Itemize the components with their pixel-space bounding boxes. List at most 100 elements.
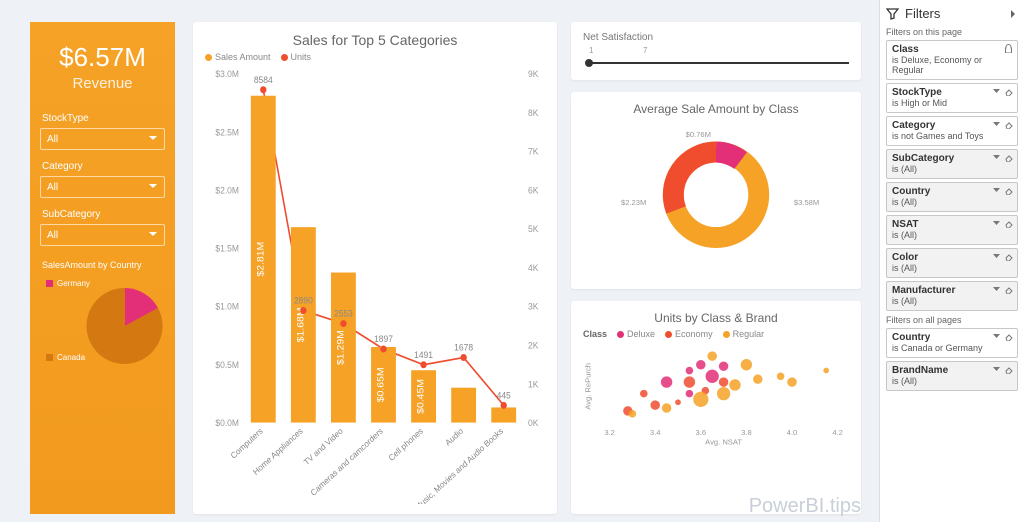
- bar-chart-card: Sales for Top 5 Categories Sales Amount …: [193, 22, 557, 514]
- svg-text:1K: 1K: [528, 379, 538, 389]
- filter-value: is (All): [892, 263, 1012, 273]
- svg-text:8584: 8584: [254, 74, 273, 84]
- sidebar-pie-chart: Germany Canada: [40, 274, 165, 379]
- svg-text:Cameras and camcorders: Cameras and camcorders: [308, 425, 384, 497]
- svg-text:$0.65M: $0.65M: [376, 367, 386, 402]
- nsat-title: Net Satisfaction: [583, 32, 849, 43]
- eraser-icon: [1004, 365, 1013, 374]
- svg-text:$0.45M: $0.45M: [416, 379, 426, 414]
- scatter-title: Units by Class & Brand: [583, 311, 849, 325]
- svg-text:Avg. RePurch: Avg. RePurch: [584, 363, 593, 410]
- filters-title: Filters: [905, 6, 940, 21]
- svg-text:$1.5M: $1.5M: [215, 243, 239, 253]
- filter-value: is (All): [892, 164, 1012, 174]
- watermark: PowerBI.tips: [749, 495, 861, 518]
- scatter-card: Units by Class & Brand Class Deluxe Econ…: [571, 301, 861, 514]
- filter-card-class[interactable]: Classis Deluxe, Economy or Regular: [886, 40, 1018, 80]
- donut-chart[interactable]: $0.76M $2.23M $3.58M: [583, 120, 849, 260]
- svg-text:3.2: 3.2: [604, 428, 615, 437]
- chevron-down-icon: [992, 252, 1001, 261]
- chevron-down-icon: [992, 332, 1001, 341]
- svg-text:1678: 1678: [454, 342, 473, 352]
- eraser-icon: [1004, 120, 1013, 129]
- revenue-value: $6.57M: [40, 42, 165, 73]
- donut-card: Average Sale Amount by Class $0.76M $2.2…: [571, 92, 861, 289]
- eraser-icon: [1004, 186, 1013, 195]
- svg-text:1491: 1491: [414, 349, 433, 359]
- filter-card-country[interactable]: Countryis Canada or Germany: [886, 328, 1018, 358]
- category-value: All: [47, 182, 58, 193]
- filter-value: is (All): [892, 197, 1012, 207]
- filters-section-page: Filters on this page: [886, 27, 1018, 37]
- svg-text:3K: 3K: [528, 301, 538, 311]
- filter-value: is High or Mid: [892, 98, 1012, 108]
- svg-text:$0.5M: $0.5M: [215, 360, 239, 370]
- svg-text:$1.0M: $1.0M: [215, 301, 239, 311]
- filter-card-country[interactable]: Countryis (All): [886, 182, 1018, 212]
- nsat-slider[interactable]: 1 7: [583, 43, 849, 71]
- legend-canada: Canada: [57, 353, 86, 362]
- chevron-down-icon: [992, 219, 1001, 228]
- filter-value: is Deluxe, Economy or Regular: [892, 55, 1012, 75]
- chevron-down-icon: [992, 285, 1001, 294]
- category-label: Category: [42, 161, 163, 172]
- category-select[interactable]: All: [40, 176, 165, 198]
- svg-text:1: 1: [589, 46, 594, 55]
- nsat-card: Net Satisfaction 1 7: [571, 22, 861, 80]
- svg-text:3.8: 3.8: [741, 428, 752, 437]
- subcategory-label: SubCategory: [42, 209, 163, 220]
- filter-card-brandname[interactable]: BrandNameis (All): [886, 361, 1018, 391]
- svg-text:2890: 2890: [294, 295, 313, 305]
- eraser-icon: [1004, 153, 1013, 162]
- stocktype-value: All: [47, 134, 58, 145]
- svg-text:$2.0M: $2.0M: [215, 185, 239, 195]
- chevron-down-icon: [148, 182, 158, 192]
- filter-card-category[interactable]: Categoryis not Games and Toys: [886, 116, 1018, 146]
- eraser-icon: [1004, 332, 1013, 341]
- chevron-right-icon[interactable]: [1008, 9, 1018, 19]
- svg-text:3.4: 3.4: [650, 428, 661, 437]
- filter-value: is (All): [892, 230, 1012, 240]
- filter-card-manufacturer[interactable]: Manufactureris (All): [886, 281, 1018, 311]
- stocktype-select[interactable]: All: [40, 128, 165, 150]
- svg-text:5K: 5K: [528, 224, 538, 234]
- chevron-down-icon: [992, 87, 1001, 96]
- scatter-legend: Class Deluxe Economy Regular: [583, 329, 849, 339]
- bar-chart[interactable]: $0.0M $0.5M $1.0M $1.5M $2.0M $2.5M $3.0M 0K 1K 2…: [205, 62, 545, 504]
- svg-text:2K: 2K: [528, 340, 538, 350]
- svg-text:2553: 2553: [334, 308, 353, 318]
- scatter-chart[interactable]: 3.23.43.63.84.04.2Avg. NSATAvg. RePurch: [583, 339, 849, 449]
- svg-text:4.2: 4.2: [832, 428, 843, 437]
- legend-germany: Germany: [57, 279, 90, 288]
- svg-text:$0.0M: $0.0M: [215, 418, 239, 428]
- filter-card-subcategory[interactable]: SubCategoryis (All): [886, 149, 1018, 179]
- bar-chart-title: Sales for Top 5 Categories: [205, 32, 545, 48]
- chevron-down-icon: [992, 186, 1001, 195]
- filter-card-color[interactable]: Coloris (All): [886, 248, 1018, 278]
- svg-text:$0.76M: $0.76M: [686, 130, 711, 139]
- kpi-sidebar: $6.57M Revenue StockType All Category Al…: [30, 22, 175, 514]
- svg-text:0K: 0K: [528, 418, 538, 428]
- svg-text:$3.0M: $3.0M: [215, 69, 239, 79]
- svg-text:445: 445: [497, 390, 511, 400]
- revenue-label: Revenue: [40, 75, 165, 92]
- filter-icon: [886, 7, 899, 20]
- subcategory-select[interactable]: All: [40, 224, 165, 246]
- svg-text:9K: 9K: [528, 69, 538, 79]
- svg-text:$2.23M: $2.23M: [621, 198, 646, 207]
- chevron-down-icon: [992, 153, 1001, 162]
- filter-value: is (All): [892, 376, 1012, 386]
- bar-chart-legend: Sales Amount Units: [205, 52, 545, 62]
- svg-text:Computers: Computers: [229, 425, 265, 460]
- chevron-down-icon: [148, 134, 158, 144]
- svg-text:$2.5M: $2.5M: [215, 127, 239, 137]
- filter-value: is (All): [892, 296, 1012, 306]
- filter-card-stocktype[interactable]: StockTypeis High or Mid: [886, 83, 1018, 113]
- svg-text:7: 7: [643, 46, 648, 55]
- eraser-icon: [1004, 219, 1013, 228]
- chevron-down-icon: [148, 230, 158, 240]
- eraser-icon: [1004, 252, 1013, 261]
- filter-card-nsat[interactable]: NSATis (All): [886, 215, 1018, 245]
- stocktype-label: StockType: [42, 113, 163, 124]
- svg-text:4.0: 4.0: [787, 428, 798, 437]
